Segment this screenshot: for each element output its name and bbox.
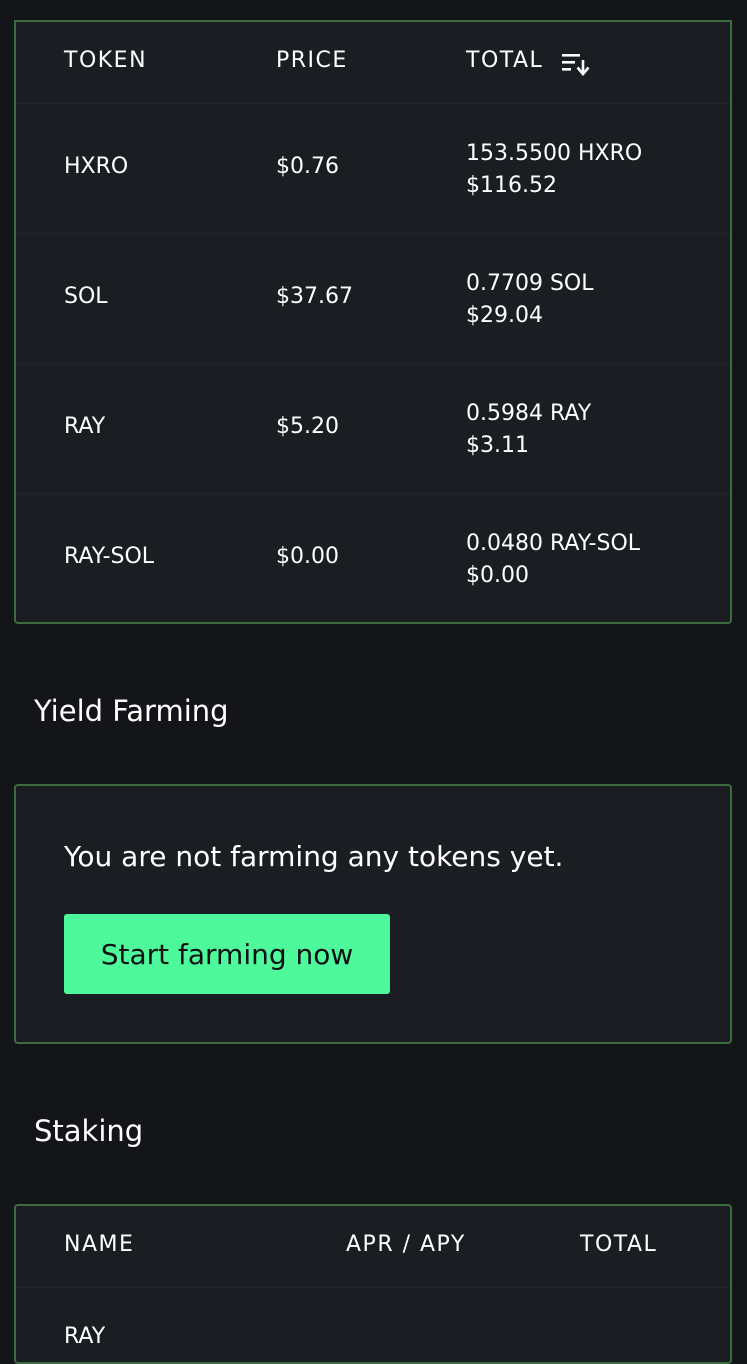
token-total: 153.5500 HXRO $116.52 [466, 138, 642, 202]
table-row[interactable]: SOL $37.67 0.7709 SOL $29.04 [16, 234, 730, 364]
staking-table-header: NAME APR / APY TOTAL [16, 1206, 730, 1288]
sort-descending-icon[interactable] [560, 50, 590, 76]
token-amount: 0.7709 SOL [466, 271, 594, 296]
column-header-name[interactable]: NAME [64, 1232, 134, 1257]
token-value: $29.04 [466, 303, 543, 328]
token-name: RAY-SOL [64, 544, 155, 569]
column-header-token[interactable]: TOKEN [64, 48, 147, 73]
table-row[interactable]: RAY-SOL $0.00 0.0480 RAY-SOL $0.00 [16, 494, 730, 624]
table-row[interactable]: RAY $5.20 0.5984 RAY $3.11 [16, 364, 730, 494]
token-value: $116.52 [466, 173, 557, 198]
empty-state-message: You are not farming any tokens yet. [64, 840, 564, 873]
staking-title: Staking [34, 1114, 144, 1148]
column-header-price[interactable]: PRICE [276, 48, 348, 73]
token-price: $37.67 [276, 284, 353, 309]
yield-farming-panel: You are not farming any tokens yet. Star… [14, 784, 732, 1044]
token-price: $0.00 [276, 544, 339, 569]
column-header-total[interactable]: TOTAL [580, 1232, 657, 1257]
column-header-total[interactable]: TOTAL [466, 48, 543, 73]
token-value: $3.11 [466, 433, 529, 458]
token-name: HXRO [64, 154, 129, 179]
yield-farming-title: Yield Farming [34, 694, 229, 728]
token-table-header: TOKEN PRICE TOTAL [16, 22, 730, 104]
token-amount: 0.5984 RAY [466, 401, 592, 426]
table-row[interactable]: HXRO $0.76 153.5500 HXRO $116.52 [16, 104, 730, 234]
token-name: RAY [64, 414, 106, 439]
staking-table: NAME APR / APY TOTAL RAY [14, 1204, 732, 1364]
token-amount: 153.5500 HXRO [466, 141, 643, 166]
start-farming-button[interactable]: Start farming now [64, 914, 390, 994]
token-name: SOL [64, 284, 108, 309]
column-header-apr-apy[interactable]: APR / APY [346, 1232, 466, 1257]
token-total: 0.5984 RAY $3.11 [466, 398, 591, 462]
token-value: $0.00 [466, 563, 529, 588]
staking-row-name: RAY [64, 1324, 106, 1349]
token-price: $0.76 [276, 154, 339, 179]
token-price: $5.20 [276, 414, 339, 439]
token-total: 0.0480 RAY-SOL $0.00 [466, 528, 640, 592]
token-total: 0.7709 SOL $29.04 [466, 268, 594, 332]
token-holdings-table: TOKEN PRICE TOTAL HXRO $0.76 153.5500 HX… [14, 20, 732, 624]
token-amount: 0.0480 RAY-SOL [466, 531, 641, 556]
